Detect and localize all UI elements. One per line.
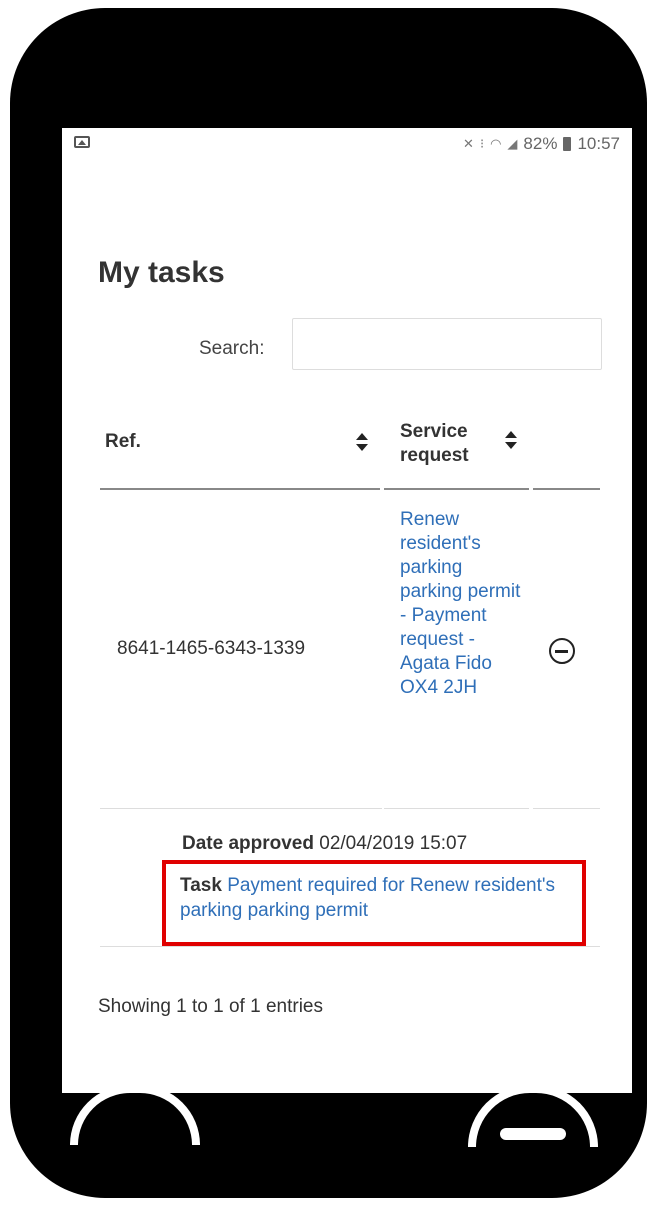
table-cell-ref: 8641-1465-6343-1339: [117, 638, 306, 659]
row-divider: [384, 808, 529, 809]
signal-icon: ◢: [507, 136, 518, 151]
detail-date-approved: Date approved 02/04/2019 15:07: [182, 833, 467, 855]
date-approved-label: Date approved: [182, 833, 314, 854]
sort-icon[interactable]: [356, 433, 368, 453]
service-request-link[interactable]: Renew resident's parking parking permit …: [400, 508, 525, 700]
home-bar-icon: [500, 1128, 566, 1140]
column-header-service-request[interactable]: Service request: [400, 420, 490, 468]
collapse-row-icon[interactable]: [549, 638, 575, 664]
image-icon: [74, 136, 90, 148]
task-label: Task: [180, 875, 222, 896]
page-title: My tasks: [98, 256, 225, 289]
sort-icon[interactable]: [505, 431, 517, 451]
header-divider: [100, 488, 380, 490]
row-divider: [533, 808, 600, 809]
column-header-ref[interactable]: Ref.: [105, 431, 141, 453]
search-input[interactable]: [292, 318, 602, 370]
header-divider: [384, 488, 529, 490]
table-info: Showing 1 to 1 of 1 entries: [98, 996, 323, 1017]
status-bar: ✕ ⁝ ◠ ◢ 82% 10:57: [62, 128, 632, 168]
detail-divider: [100, 946, 600, 947]
search-label: Search:: [199, 338, 265, 359]
battery-level: 82%: [523, 134, 558, 153]
screen: ✕ ⁝ ◠ ◢ 82% 10:57 My tasks Search: Ref. …: [62, 128, 632, 1093]
detail-task: Task Payment required for Renew resident…: [180, 873, 580, 923]
date-approved-value: 02/04/2019 15:07: [319, 833, 468, 854]
row-divider: [100, 808, 382, 809]
phone-frame: ✕ ⁝ ◠ ◢ 82% 10:57 My tasks Search: Ref. …: [10, 8, 647, 1198]
mute-icon: ✕: [463, 136, 474, 151]
task-link[interactable]: Payment required for Renew resident's pa…: [180, 875, 555, 921]
clock: 10:57: [577, 134, 620, 153]
wifi-icon: ◠: [490, 136, 502, 151]
battery-icon: [563, 137, 572, 151]
status-icons: ✕ ⁝ ◠ ◢ 82% 10:57: [463, 134, 620, 154]
network-icon: ⁝: [479, 136, 485, 151]
header-divider: [533, 488, 600, 490]
